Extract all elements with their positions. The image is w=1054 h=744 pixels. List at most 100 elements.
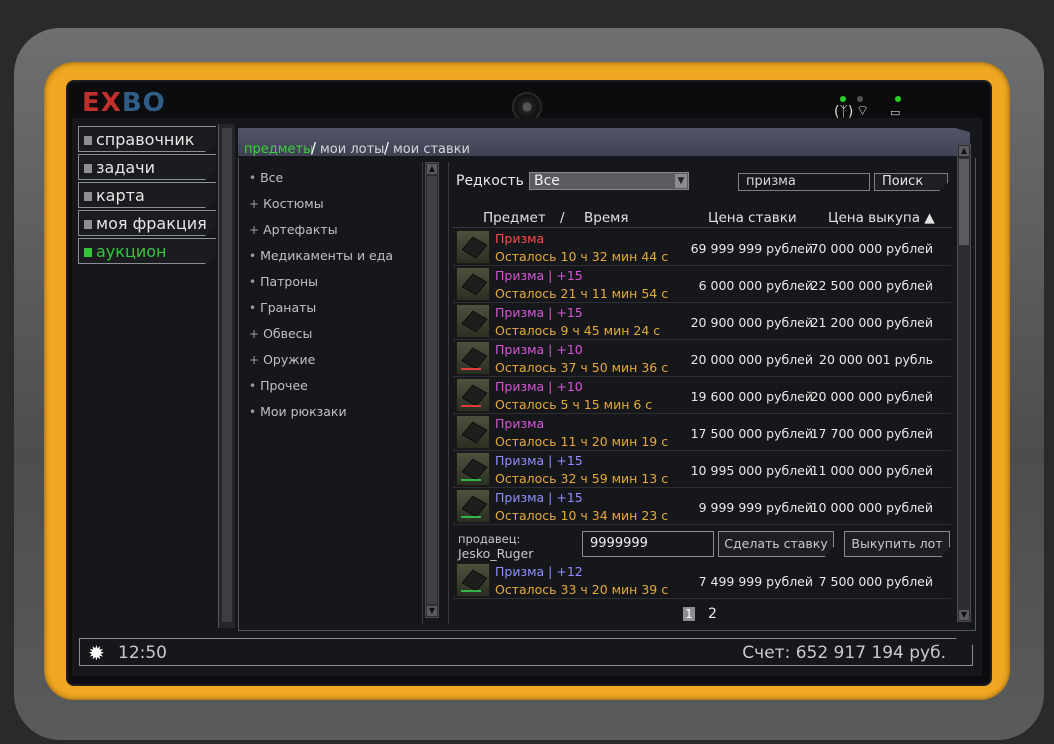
lot-bid-price: 9 999 999 рублей — [698, 500, 813, 515]
scroll-up-icon[interactable]: ▲ — [959, 146, 969, 156]
lot-time-left: Осталось 5 ч 15 мин 6 с — [495, 397, 653, 412]
prism-artifact-icon — [456, 378, 490, 412]
balance: Счет: 652 917 194 руб. — [742, 643, 946, 663]
header-divider — [452, 227, 952, 228]
clock: 12:50 — [118, 643, 167, 663]
sidebar-item-label: моя фракция — [96, 214, 207, 233]
prism-artifact-icon — [456, 304, 490, 338]
lot-name: Призма | +10 — [495, 342, 583, 357]
lot-buyout-price: 22 500 000 рублей — [810, 278, 933, 293]
sidebar-item-map[interactable]: карта — [78, 182, 216, 208]
chevron-down-icon: ▼ — [675, 174, 687, 188]
scrollbar-thumb[interactable] — [222, 128, 232, 622]
category-item[interactable]: + Костюмы — [249, 196, 324, 211]
lot-buyout-price: 17 700 000 рублей — [810, 426, 933, 441]
column-separator: / — [560, 210, 565, 226]
sidebar-item-auction[interactable]: аукцион — [78, 238, 216, 264]
buyout-button[interactable]: Выкупить лот — [844, 531, 950, 557]
place-bid-button[interactable]: Сделать ставку — [718, 531, 834, 557]
seller-name: Jesko_Ruger — [458, 546, 534, 561]
column-buyout[interactable]: Цена выкупа ▲ — [828, 210, 935, 226]
column-time[interactable]: Время — [584, 210, 628, 226]
category-scrollbar[interactable]: ▲ ▼ — [425, 162, 439, 618]
category-item[interactable]: • Медикаменты и еда — [249, 248, 393, 263]
lot-buyout-price: 7 500 000 рублей — [818, 574, 933, 589]
lot-time-left: Осталось 37 ч 50 мин 36 с — [495, 360, 669, 375]
search-input[interactable]: призма — [738, 173, 870, 191]
bid-amount-input[interactable]: 9999999 — [582, 531, 714, 557]
bullet-icon — [84, 164, 92, 173]
lot-name: Призма | +15 — [495, 268, 583, 283]
lot-name: Призма | +15 — [495, 490, 583, 505]
page-2[interactable]: 2 — [708, 606, 717, 622]
sidebar-item-tasks[interactable]: задачи — [78, 154, 216, 180]
search-button[interactable]: Поиск — [874, 173, 948, 191]
lot-row[interactable]: Призма | +15 Осталось 9 ч 45 мин 24 с 20 9… — [453, 303, 951, 340]
led-indicator — [840, 96, 846, 102]
lot-row[interactable]: Призма | +15 Осталось 10 ч 34 мин 23 с 9 9… — [453, 488, 951, 525]
category-item[interactable]: • Гранаты — [249, 300, 316, 315]
column-item[interactable]: Предмет — [483, 210, 546, 226]
lot-name: Призма — [495, 416, 545, 431]
lot-row[interactable]: Призма Осталось 11 ч 20 мин 19 с 17 500 00… — [453, 414, 951, 451]
lot-bid-price: 69 999 999 рублей — [690, 241, 813, 256]
category-item[interactable]: + Артефакты — [249, 222, 338, 237]
lot-row[interactable]: Призма Осталось 10 ч 32 мин 44 с 69 999 99… — [453, 229, 951, 266]
tab-my-bids[interactable]: мои ставки — [393, 142, 470, 157]
lot-time-left: Осталось 33 ч 20 мин 39 с — [495, 582, 669, 597]
tab-separator: / — [311, 139, 317, 157]
lot-bid-price: 17 500 000 рублей — [690, 426, 813, 441]
lot-name: Призма — [495, 231, 545, 246]
tab-items[interactable]: предметы — [244, 142, 313, 157]
seller-label: продавец: — [458, 532, 521, 546]
sidebar-item-faction[interactable]: моя фракция — [78, 210, 216, 236]
scrollbar-thumb[interactable] — [427, 176, 437, 604]
category-item[interactable]: • Все — [249, 170, 283, 185]
rarity-select[interactable]: Все ▼ — [529, 172, 689, 190]
scrollbar-thumb[interactable] — [959, 159, 969, 245]
category-item[interactable]: + Обвесы — [249, 326, 312, 341]
prism-artifact-icon — [456, 489, 490, 523]
scroll-up-icon[interactable]: ▲ — [427, 164, 437, 174]
lot-name: Призма | +10 — [495, 379, 583, 394]
lot-buyout-price: 10 000 000 рублей — [810, 500, 933, 515]
prism-artifact-icon — [456, 230, 490, 264]
lot-time-left: Осталось 11 ч 20 мин 19 с — [495, 434, 669, 449]
bullet-icon — [84, 248, 92, 257]
lot-bid-price: 7 499 999 рублей — [698, 574, 813, 589]
lot-time-left: Осталось 10 ч 32 мин 44 с — [495, 249, 669, 264]
column-bid[interactable]: Цена ставки — [708, 210, 797, 226]
lot-row[interactable]: Призма | +15 Осталось 21 ч 11 мин 54 с 6 0… — [453, 266, 951, 303]
category-item[interactable]: • Прочее — [249, 378, 308, 393]
prism-artifact-icon — [456, 452, 490, 486]
lot-time-left: Осталось 32 ч 59 мин 13 с — [495, 471, 669, 486]
rarity-label: Редкость — [456, 173, 524, 189]
lot-row[interactable]: Призма | +12 Осталось 33 ч 20 мин 39 с 7 4… — [453, 562, 951, 599]
lot-list-scrollbar[interactable]: ▲ ▼ — [957, 144, 971, 622]
lot-row[interactable]: Призма | +10 Осталось 5 ч 15 мин 6 с 19 60… — [453, 377, 951, 414]
page-1[interactable]: 1 — [683, 607, 695, 621]
led-indicator — [895, 96, 901, 102]
sidebar-item-reference[interactable]: справочник — [78, 126, 216, 152]
lot-bid-price: 19 600 000 рублей — [690, 389, 813, 404]
lot-time-left: Осталось 10 ч 34 мин 23 с — [495, 508, 669, 523]
bullet-icon — [84, 192, 92, 201]
prism-artifact-icon — [456, 563, 490, 597]
category-item[interactable]: • Мои рюкзаки — [249, 404, 347, 419]
device-logo: EXBO — [82, 88, 166, 118]
tab-my-lots[interactable]: мои лоты — [320, 142, 384, 157]
lot-row[interactable]: Призма | +15 Осталось 32 ч 59 мин 13 с 10 … — [453, 451, 951, 488]
lot-buyout-price: 20 000 001 рубль — [819, 352, 933, 367]
prism-artifact-icon — [456, 267, 490, 301]
scroll-down-icon[interactable]: ▼ — [959, 610, 969, 620]
lot-bid-price: 20 000 000 рублей — [690, 352, 813, 367]
category-item[interactable]: • Патроны — [249, 274, 318, 289]
sidebar-item-label: аукцион — [96, 242, 167, 261]
lot-row[interactable]: Призма | +10 Осталось 37 ч 50 мин 36 с 20 … — [453, 340, 951, 377]
lot-bid-price: 10 995 000 рублей — [690, 463, 813, 478]
prism-artifact-icon — [456, 341, 490, 375]
category-item[interactable]: + Оружие — [249, 352, 315, 367]
sidebar-scrollbar[interactable] — [218, 124, 235, 628]
scroll-down-icon[interactable]: ▼ — [427, 606, 437, 616]
sidebar-item-label: задачи — [96, 158, 156, 177]
